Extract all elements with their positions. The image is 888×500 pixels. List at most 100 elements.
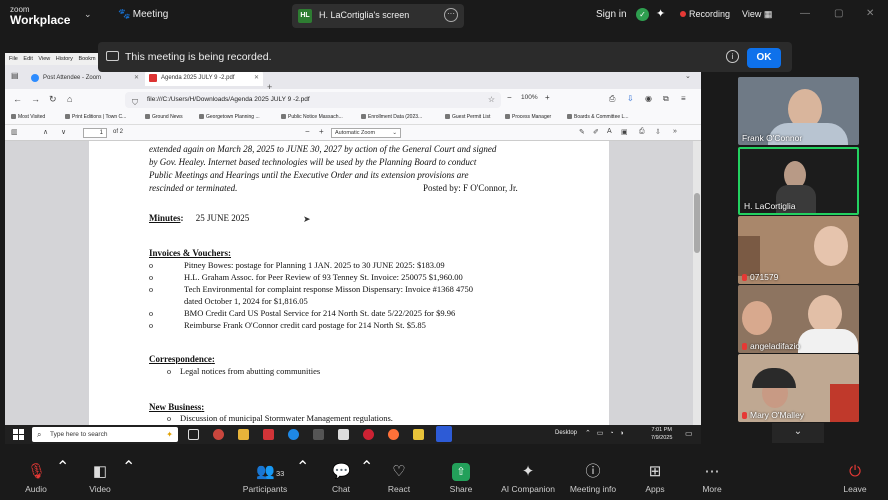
participants-options-caret-icon[interactable]: ⌃ (296, 457, 309, 500)
app-icon[interactable] (363, 429, 374, 440)
reload-icon[interactable]: ↻ (49, 94, 57, 105)
extensions-icon[interactable]: ⧉ (663, 94, 669, 104)
chat-options-caret-icon[interactable]: ⌃ (360, 457, 373, 500)
app-icon[interactable] (413, 429, 424, 440)
taskbar-clock[interactable]: 7:01 PM 7/9/2025 (651, 426, 672, 442)
recording-status[interactable]: Recording (689, 9, 730, 19)
tab-close-icon[interactable]: ✕ (254, 70, 259, 86)
minimize-icon[interactable]: — (800, 8, 810, 19)
bookmark-item[interactable]: Process Manager (505, 114, 551, 120)
participant-tile-active[interactable]: H. LaCortiglia (738, 147, 859, 215)
bookmark-item[interactable]: Print Editions | Town C... (65, 114, 126, 120)
tools-icon[interactable]: » (673, 128, 677, 135)
view-button[interactable]: View ▦ (742, 9, 772, 20)
tab-zoom[interactable]: Post Attendee - Zoom ✕ (27, 70, 143, 86)
audio-options-caret-icon[interactable]: ⌃ (56, 457, 69, 500)
address-bar[interactable]: ⛉ file:///C:/Users/H/Downloads/Agenda 20… (125, 92, 501, 108)
next-page-icon[interactable]: ∨ (61, 128, 66, 136)
participant-tile[interactable]: Mary O'Malley (738, 354, 859, 422)
system-tray-icons[interactable]: ⌃ ▭ ◔ ◑ (585, 429, 626, 437)
zoom-select[interactable]: Automatic Zoom ⌄ (331, 128, 401, 138)
more-options-icon[interactable]: ··· (444, 8, 458, 22)
tab-agenda-pdf[interactable]: Agenda 2025 JULY 9 -2.pdf ✕ (145, 70, 263, 86)
participant-tile[interactable]: 071579 (738, 216, 859, 284)
app-logo[interactable]: zoom Workplace (10, 4, 70, 26)
shared-screen-pill[interactable]: HL H. LaCortiglia's screen ··· (292, 4, 464, 28)
bookmark-star-icon[interactable]: ☆ (488, 92, 495, 108)
zoom-level[interactable]: 100% (521, 94, 538, 101)
bookmark-item[interactable]: Boards & Committee L... (567, 114, 628, 120)
ai-sparkle-icon[interactable]: ✦ (656, 7, 665, 20)
menu-history[interactable]: History (56, 56, 73, 62)
leave-button[interactable]: ⏻ Leave (838, 457, 872, 500)
tab-close-icon[interactable]: ✕ (134, 70, 139, 86)
chat-button[interactable]: 💬 Chat (324, 457, 358, 500)
tab-list-icon[interactable]: ▤ (11, 71, 19, 80)
meeting-info-button[interactable]: ⓘ Meeting info (568, 457, 618, 500)
edge-icon[interactable] (288, 429, 299, 440)
video-button[interactable]: ◧ Video (82, 457, 118, 500)
zoom-in-icon[interactable]: + (545, 93, 550, 102)
prev-page-icon[interactable]: ∧ (43, 128, 48, 136)
menu-edit[interactable]: Edit (23, 56, 32, 62)
app-icon[interactable] (263, 429, 274, 440)
react-button[interactable]: ♡ React (382, 457, 416, 500)
more-participants-chevron-icon[interactable]: ⌄ (772, 423, 824, 443)
desktop-label[interactable]: Desktop (555, 430, 577, 436)
sidebar-toggle-icon[interactable]: ▥ (11, 128, 18, 136)
bookmark-item[interactable]: Ground News (145, 114, 183, 120)
close-icon[interactable]: ✕ (866, 8, 874, 19)
security-shield-icon[interactable]: ✓ (636, 8, 649, 21)
ok-button[interactable]: OK (747, 48, 781, 68)
notifications-icon[interactable]: ▭ (685, 429, 693, 438)
meeting-menu[interactable]: 🐾 Meeting (118, 9, 168, 20)
menu-icon[interactable]: ≡ (681, 94, 686, 103)
participant-tile[interactable]: angeladifazio (738, 285, 859, 353)
info-icon[interactable]: i (726, 50, 739, 63)
home-icon[interactable]: ⌂ (67, 94, 72, 104)
text-icon[interactable]: A (607, 128, 612, 135)
apps-button[interactable]: ⊞ Apps (640, 457, 670, 500)
share-button[interactable]: ⇧ Share (444, 457, 478, 500)
image-icon[interactable]: ▣ (621, 128, 628, 136)
windows-start-icon[interactable] (13, 429, 24, 440)
more-button[interactable]: ⋯ More (696, 457, 728, 500)
bookmark-item[interactable]: Public Notice Massach... (281, 114, 343, 120)
print-icon[interactable]: ⎙ (609, 94, 615, 104)
bookmark-item[interactable]: Guest Permit List (445, 114, 490, 120)
file-explorer-icon[interactable] (238, 429, 249, 440)
bookmark-item[interactable]: Georgetown Planning ... (199, 114, 260, 120)
video-options-caret-icon[interactable]: ⌃ (122, 457, 135, 500)
participants-button[interactable]: 👥 Participants (240, 457, 290, 500)
menu-bookmarks[interactable]: Bookm (78, 56, 95, 62)
sign-in-link[interactable]: Sign in (596, 9, 627, 20)
bookmark-item[interactable]: Enrollment Data (2023... (361, 114, 422, 120)
participant-tile[interactable]: Frank O'Connor (738, 77, 859, 145)
forward-icon[interactable]: → (31, 94, 40, 104)
bookmark-item[interactable]: Most Visited (11, 114, 45, 120)
firefox-icon[interactable] (388, 429, 399, 440)
pdf-save-icon[interactable]: ⇩ (655, 128, 661, 136)
pdf-print-icon[interactable]: ⎙ (639, 128, 645, 136)
draw-icon[interactable]: ✐ (593, 128, 599, 136)
tracking-shield-icon[interactable]: ⛉ (132, 95, 138, 111)
maximize-icon[interactable]: ▢ (834, 8, 843, 19)
zoom-in-pdf-icon[interactable]: + (319, 127, 324, 136)
zoom-taskbar-icon[interactable] (436, 426, 452, 442)
chevron-down-icon[interactable]: ⌄ (84, 9, 92, 20)
task-view-icon[interactable] (188, 429, 199, 440)
menu-file[interactable]: File (9, 56, 18, 62)
pdf-viewer[interactable]: extended again on March 28, 2025 to JUNE… (5, 141, 701, 425)
menu-view[interactable]: View (38, 56, 50, 62)
taskbar-search-input[interactable]: ⌕ Type here to search ✦ (32, 427, 178, 442)
zoom-out-pdf-icon[interactable]: − (305, 127, 310, 136)
back-icon[interactable]: ← (13, 94, 22, 104)
zoom-out-icon[interactable]: − (507, 93, 512, 102)
pdf-scrollbar[interactable] (693, 141, 701, 425)
page-number-input[interactable]: 1 (83, 128, 107, 138)
audio-button[interactable]: 🎙 Audio (18, 457, 54, 500)
highlight-icon[interactable]: ✎ (579, 128, 585, 136)
mail-icon[interactable] (338, 429, 349, 440)
account-icon[interactable]: ◉ (645, 94, 652, 103)
ai-companion-button[interactable]: ✦ AI Companion (498, 457, 558, 500)
